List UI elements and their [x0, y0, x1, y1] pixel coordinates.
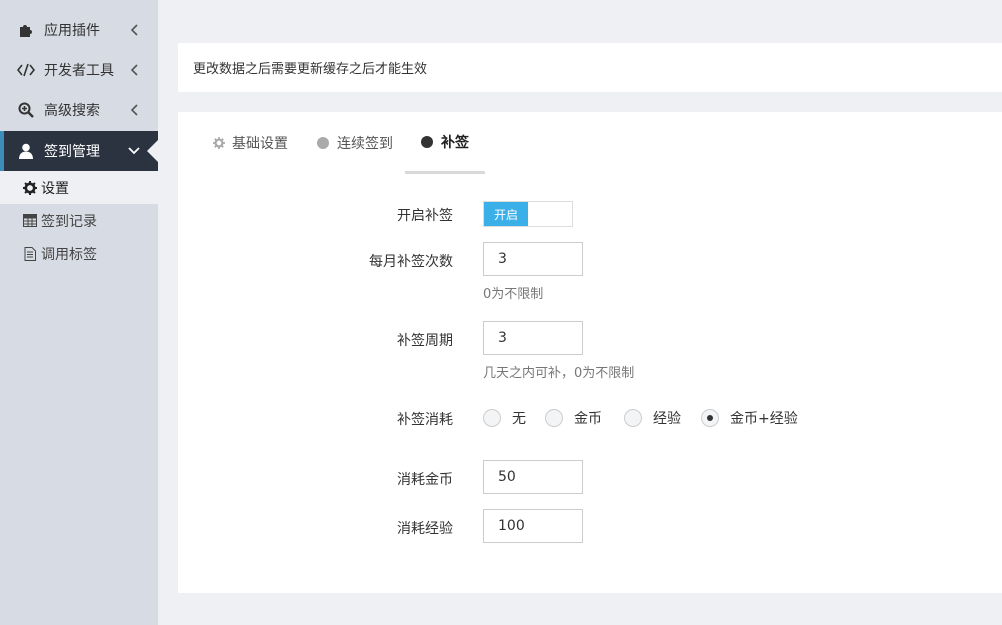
cost-radio-none[interactable]: 无 — [483, 408, 526, 428]
user-icon — [17, 142, 35, 160]
cost-exp-input[interactable] — [483, 509, 583, 543]
period-input[interactable] — [483, 321, 583, 355]
radio-dot — [707, 415, 713, 421]
sidebar-item-dev-tools[interactable]: 开发者工具 — [0, 50, 158, 90]
code-icon — [17, 61, 35, 79]
radio-label: 金币+经验 — [730, 411, 798, 427]
sidebar: 应用插件 开发者工具 高级搜索 签到管理 设置 签到记录 调用标签 — [0, 0, 158, 625]
enable-label: 开启补签 — [397, 208, 453, 224]
monthly-count-help: 0为不限制 — [483, 287, 544, 302]
sidebar-subitem-checkin-records[interactable]: 签到记录 — [0, 204, 158, 237]
sidebar-item-label: 高级搜索 — [44, 103, 100, 119]
sidebar-item-label: 调用标签 — [41, 246, 97, 263]
cost-radio-exp[interactable]: 经验 — [624, 408, 681, 428]
cost-exp-label: 消耗经验 — [397, 521, 453, 537]
circle-icon — [317, 137, 329, 149]
radio-circle-selected — [701, 409, 719, 427]
sidebar-subitem-settings[interactable]: 设置 — [0, 171, 158, 204]
active-indicator — [147, 140, 158, 162]
settings-panel: 基础设置 连续签到 补签 开启补签 开启 每月补签次数 0为不限制 补签周期 几… — [178, 112, 1002, 593]
radio-label: 金币 — [574, 411, 602, 427]
tab-label: 连续签到 — [337, 136, 393, 152]
radio-circle — [545, 409, 563, 427]
circle-icon — [421, 135, 433, 148]
cache-notice: 更改数据之后需要更新缓存之后才能生效 — [178, 43, 1002, 92]
tab-makeup-checkin[interactable]: 补签 — [405, 112, 485, 174]
cost-radio-gold[interactable]: 金币 — [545, 408, 602, 428]
gear-icon — [213, 137, 225, 149]
gear-icon — [23, 180, 37, 195]
radio-label: 经验 — [653, 411, 681, 427]
period-label: 补签周期 — [397, 333, 453, 349]
tab-continuous-checkin[interactable]: 连续签到 — [317, 112, 393, 174]
monthly-count-input[interactable] — [483, 242, 583, 276]
cost-label: 补签消耗 — [397, 412, 453, 428]
sidebar-item-label: 签到记录 — [41, 213, 97, 230]
chevron-left-icon — [128, 64, 140, 76]
sidebar-item-label: 开发者工具 — [44, 63, 114, 79]
cost-gold-input[interactable] — [483, 460, 583, 494]
file-icon — [23, 246, 37, 261]
monthly-count-label: 每月补签次数 — [369, 254, 453, 270]
sidebar-item-plugins[interactable]: 应用插件 — [0, 10, 158, 50]
radio-circle — [483, 409, 501, 427]
sidebar-item-label: 签到管理 — [44, 144, 100, 160]
sidebar-subitem-call-tags[interactable]: 调用标签 — [0, 237, 158, 270]
tab-label: 补签 — [441, 134, 469, 151]
enable-switch[interactable]: 开启 — [483, 201, 573, 227]
sidebar-item-checkin-manage[interactable]: 签到管理 — [0, 131, 158, 171]
table-icon — [23, 214, 37, 228]
switch-on-label: 开启 — [484, 202, 528, 226]
tab-basic-settings[interactable]: 基础设置 — [213, 112, 288, 174]
sidebar-item-label: 应用插件 — [44, 23, 100, 39]
period-help: 几天之内可补，0为不限制 — [483, 366, 635, 381]
tab-label: 基础设置 — [232, 136, 288, 152]
chevron-down-icon — [128, 145, 140, 157]
sidebar-item-label: 设置 — [41, 180, 69, 197]
chevron-left-icon — [128, 104, 140, 116]
sidebar-item-advanced-search[interactable]: 高级搜索 — [0, 90, 158, 130]
search-plus-icon — [17, 101, 35, 119]
chevron-left-icon — [128, 24, 140, 36]
radio-label: 无 — [512, 411, 526, 427]
cost-radio-gold-exp[interactable]: 金币+经验 — [701, 408, 798, 428]
radio-circle — [624, 409, 642, 427]
cost-gold-label: 消耗金币 — [397, 472, 453, 488]
puzzle-icon — [17, 21, 35, 39]
